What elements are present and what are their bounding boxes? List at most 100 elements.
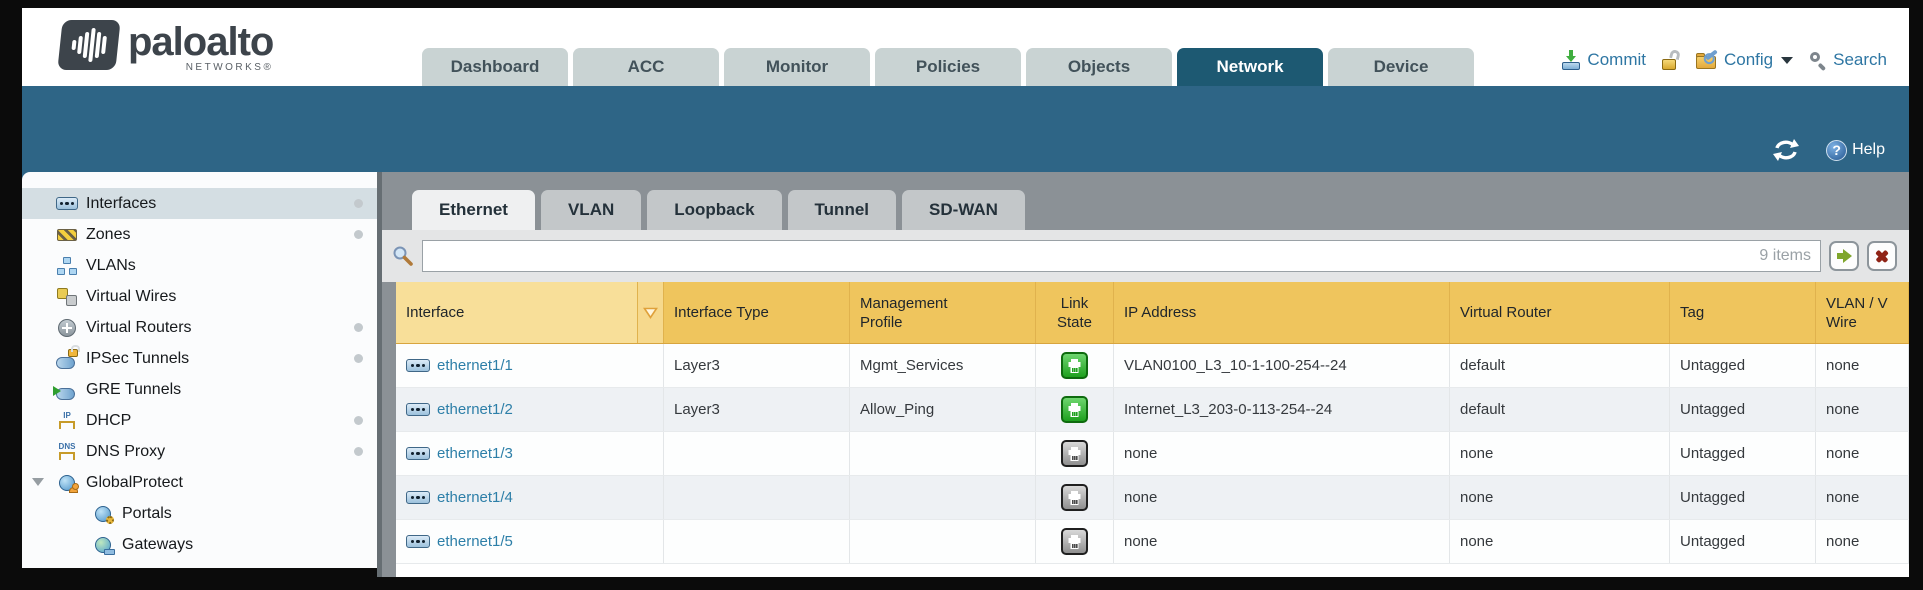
sidebar-item-ipsec-tunnels[interactable]: IPSec Tunnels (22, 343, 377, 374)
item-dot (354, 230, 363, 239)
tab-sd-wan[interactable]: SD-WAN (902, 190, 1025, 230)
column-header-interface-type[interactable]: Interface Type (664, 282, 850, 343)
link-state-cell (1036, 344, 1114, 387)
nav-tab-policies[interactable]: Policies (875, 48, 1021, 86)
interface-link[interactable]: ethernet1/2 (437, 401, 513, 418)
clear-filter-button[interactable] (1867, 241, 1897, 271)
column-header-label: Interface (406, 303, 627, 322)
table-row: ethernet1/2Layer3Allow_PingInternet_L3_2… (396, 388, 1909, 432)
sidebar-item-zones[interactable]: Zones (22, 219, 377, 250)
sidebar-item-vlans[interactable]: VLANs (22, 250, 377, 281)
vlan-vwire-cell: none (1816, 344, 1909, 387)
sidebar-item-portals[interactable]: Portals (22, 498, 377, 529)
config-label: Config (1724, 50, 1773, 70)
items-count: 9 items (1759, 247, 1811, 265)
filter-input-wrap: 9 items (422, 240, 1821, 272)
sidebar-item-label: DHCP (86, 412, 131, 430)
zones-icon (56, 225, 78, 245)
sidebar-item-virtual-wires[interactable]: Virtual Wires (22, 281, 377, 312)
table-row: ethernet1/3nonenoneUntaggednone (396, 432, 1909, 476)
content-pane: EthernetVLANLoopbackTunnelSD-WAN 9 items (382, 172, 1909, 577)
commit-label: Commit (1587, 50, 1646, 70)
interface-icon (406, 491, 430, 504)
apply-filter-button[interactable] (1829, 241, 1859, 271)
commit-button[interactable]: Commit (1561, 50, 1646, 70)
tab-vlan[interactable]: VLAN (541, 190, 641, 230)
column-header-label: State (1057, 313, 1092, 332)
search-label: Search (1833, 50, 1887, 70)
tag-cell: Untagged (1670, 388, 1816, 431)
expander-triangle-icon[interactable] (32, 478, 44, 486)
help-label: Help (1852, 141, 1885, 159)
link-state-cell (1036, 388, 1114, 431)
gateways-icon (92, 535, 114, 555)
column-header-label: Link (1061, 294, 1089, 313)
filter-toolbar: 9 items (382, 230, 1909, 282)
nav-tab-network[interactable]: Network (1177, 48, 1323, 86)
sidebar-item-gre-tunnels[interactable]: GRE Tunnels (22, 374, 377, 405)
sidebar-item-dhcp[interactable]: IPDHCP (22, 405, 377, 436)
interface-link[interactable]: ethernet1/3 (437, 445, 513, 462)
paloalto-logo: paloalto NETWORKS® (60, 20, 273, 73)
nav-tab-objects[interactable]: Objects (1026, 48, 1172, 86)
column-header-label: Interface Type (674, 303, 839, 322)
column-header-ip-address[interactable]: IP Address (1114, 282, 1450, 343)
interfaces-icon (56, 194, 78, 214)
network-sidebar: Interfaces Zones VLANs Virtual Wires Virtual… (22, 172, 382, 577)
config-menu-button[interactable]: Config (1696, 50, 1793, 70)
filter-input[interactable] (423, 241, 1820, 271)
interface-cell: ethernet1/4 (396, 476, 664, 519)
sidebar-item-label: Virtual Wires (86, 288, 176, 306)
sidebar-item-label: Zones (86, 226, 130, 244)
management-profile-cell: Allow_Ping (850, 388, 1036, 431)
vlans-icon (56, 256, 78, 276)
main-nav-tabs: DashboardACCMonitorPoliciesObjectsNetwor… (422, 48, 1474, 86)
column-header-link-state[interactable]: LinkState (1036, 282, 1114, 343)
sidebar-item-label: VLANs (86, 257, 136, 275)
nav-tab-monitor[interactable]: Monitor (724, 48, 870, 86)
virtual-routers-icon (56, 318, 78, 338)
lock-icon[interactable] (1662, 50, 1680, 70)
column-header-label: Management (860, 294, 1025, 313)
column-header-tag[interactable]: Tag (1670, 282, 1816, 343)
tab-loopback[interactable]: Loopback (647, 190, 781, 230)
interfaces-table: Interface Interface Type ManagementProfile… (396, 282, 1909, 577)
interface-type-cell (664, 520, 850, 563)
ip-address-cell: none (1114, 520, 1450, 563)
interface-cell: ethernet1/1 (396, 344, 664, 387)
management-profile-cell (850, 476, 1036, 519)
interface-icon (406, 447, 430, 460)
brand-subtitle: NETWORKS® (186, 62, 274, 73)
sort-dropdown-button[interactable] (638, 282, 664, 343)
tab-tunnel[interactable]: Tunnel (788, 190, 896, 230)
column-header-interface[interactable]: Interface (396, 282, 638, 343)
sidebar-item-gateways[interactable]: Gateways (22, 529, 377, 560)
column-header-management-profile[interactable]: ManagementProfile (850, 282, 1036, 343)
search-button[interactable]: Search (1809, 50, 1887, 70)
interface-link[interactable]: ethernet1/1 (437, 357, 513, 374)
virtual-router-cell: none (1450, 432, 1670, 475)
column-header-virtual-router[interactable]: Virtual Router (1450, 282, 1670, 343)
nav-tab-device[interactable]: Device (1328, 48, 1474, 86)
interface-link[interactable]: ethernet1/4 (437, 489, 513, 506)
sidebar-item-dns-proxy[interactable]: DNSDNS Proxy (22, 436, 377, 467)
column-header-vlan-v-wire[interactable]: VLAN / VWire (1816, 282, 1909, 343)
secondary-band: ? Help (22, 86, 1909, 172)
sidebar-item-interfaces[interactable]: Interfaces (22, 188, 377, 219)
interface-link[interactable]: ethernet1/5 (437, 533, 513, 550)
item-dot (354, 199, 363, 208)
sidebar-item-label: Portals (122, 505, 172, 523)
help-button[interactable]: ? Help (1826, 140, 1885, 161)
help-icon: ? (1826, 140, 1847, 161)
tab-ethernet[interactable]: Ethernet (412, 190, 535, 230)
nav-tab-dashboard[interactable]: Dashboard (422, 48, 568, 86)
nav-tab-acc[interactable]: ACC (573, 48, 719, 86)
search-icon (1809, 51, 1827, 69)
item-dot (354, 447, 363, 456)
globalprotect-icon (56, 473, 78, 493)
sidebar-item-virtual-routers[interactable]: Virtual Routers (22, 312, 377, 343)
sidebar-item-globalprotect[interactable]: GlobalProtect (22, 467, 377, 498)
refresh-icon[interactable] (1772, 138, 1800, 162)
tag-cell: Untagged (1670, 476, 1816, 519)
vlan-vwire-cell: none (1816, 432, 1909, 475)
